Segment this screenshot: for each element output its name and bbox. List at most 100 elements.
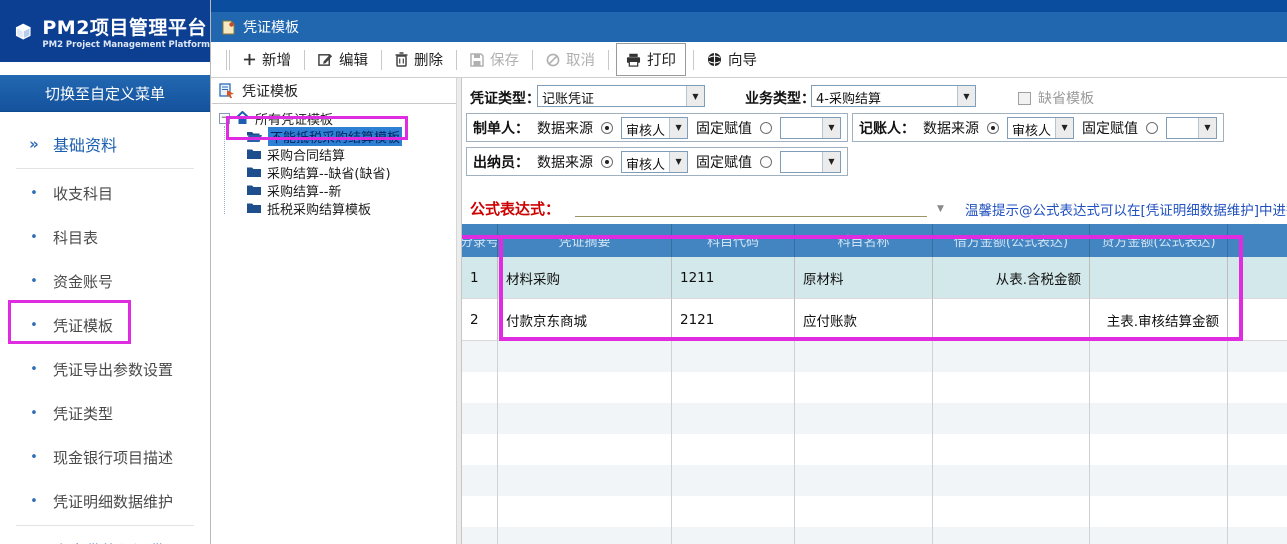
voucher-type-select[interactable]: 记账凭证 ▼ [537, 85, 705, 107]
business-type-label: 业务类型： [745, 88, 815, 108]
preparer-fixed-radio[interactable] [760, 122, 772, 134]
sidebar-item-pingzhengmuban[interactable]: • 凭证模板 [0, 303, 210, 347]
business-type-select[interactable]: 4-采购结算 ▼ [811, 85, 976, 107]
toolbar-divider [693, 50, 694, 70]
chevron-down-icon[interactable]: ▼ [669, 118, 687, 138]
tab-label: 凭证模板 [243, 17, 299, 37]
cashier-fixed-radio[interactable] [760, 156, 772, 168]
bullet-icon: • [28, 230, 40, 245]
save-icon [470, 53, 484, 67]
bullet-icon: • [28, 362, 40, 377]
sidebar-item-shouzhikemu[interactable]: • 收支科目 [0, 171, 210, 215]
sidebar-item-xianjinyinhang[interactable]: • 现金银行项目描述 [0, 435, 210, 479]
preparer-source-radio[interactable] [601, 122, 613, 134]
bookkeeper-source-radio[interactable] [987, 122, 999, 134]
sidebar-item-zijinzhanghao[interactable]: • 资金账号 [0, 259, 210, 303]
cell-subject-code: 1211 [672, 257, 795, 299]
print-button[interactable]: 打印 [616, 43, 686, 76]
tree-item-deductible-template[interactable]: 抵税采购结算模板 [212, 199, 456, 217]
tree-item-purchase-new[interactable]: 采购结算--新 [212, 181, 456, 199]
form-row-types: 凭证类型： 记账凭证 ▼ 业务类型： 4-采购结算 ▼ 缺省模板 [462, 85, 1287, 109]
sidebar-item-pingzhengleixing[interactable]: • 凭证类型 [0, 391, 210, 435]
bullet-icon: • [28, 274, 40, 289]
edit-button[interactable]: 编辑 [312, 45, 374, 74]
sidebar-item-jichuziliao[interactable]: » 基础资料 [0, 122, 210, 166]
cancel-icon [546, 53, 560, 67]
preparer-fixed-select[interactable]: ▼ [780, 117, 841, 139]
bookkeeper-fixed-value [1167, 118, 1198, 138]
business-type-value: 4-采购结算 [812, 86, 957, 106]
grid-line [497, 341, 498, 544]
chevron-icon: » [28, 135, 40, 153]
source-label: 数据来源 [923, 118, 979, 138]
formula-dropdown-icon[interactable]: ▼ [937, 204, 944, 214]
collapse-icon[interactable]: − [219, 113, 230, 124]
wizard-button[interactable]: 向导 [701, 45, 763, 74]
sidebar-item-zijindaikuan[interactable]: » 资金贷款与还贷 [0, 528, 210, 544]
table-row[interactable]: 2 付款京东商城 2121 应付账款 主表.审核结算金额 [462, 299, 1287, 341]
edit-icon [318, 52, 333, 67]
sidebar-item-label: 凭证类型 [53, 403, 113, 424]
switch-menu-button[interactable]: 切换至自定义菜单 [0, 75, 210, 112]
add-button-label: 新增 [262, 49, 291, 70]
chevron-down-icon[interactable]: ▼ [1198, 118, 1216, 138]
save-button[interactable]: 保存 [464, 45, 525, 74]
preparer-source-select[interactable]: 审核人 ▼ [621, 117, 688, 139]
bookkeeper-fixed-radio[interactable] [1146, 122, 1158, 134]
folder-icon [246, 184, 262, 196]
toolbar-divider [229, 50, 230, 70]
voucher-type-label: 凭证类型： [470, 88, 540, 108]
save-button-label: 保存 [490, 49, 519, 70]
formula-hint-text: 温馨提示@公式表达式可以在[凭证明细数据维护]中进行维护 [965, 203, 1287, 219]
cell-summary: 材料采购 [498, 257, 672, 299]
col-header-summary[interactable]: 凭证摘要 [498, 224, 672, 257]
col-header-debit[interactable]: 借方金额(公式表达) [933, 224, 1090, 257]
cashier-label: 出纳员： [473, 152, 529, 172]
default-template-checkbox-wrap: 缺省模板 [1018, 88, 1094, 108]
cashier-fixed-select[interactable]: ▼ [780, 151, 841, 173]
formula-input[interactable] [575, 216, 927, 217]
tree-root-label: 所有凭证模板 [255, 109, 333, 128]
tree-item-label: 不能抵税采购结算模板 [268, 127, 402, 146]
cell-credit [1090, 257, 1228, 299]
cashier-source-value: 审核人 [622, 152, 669, 172]
bookkeeper-source-select[interactable]: 审核人 ▼ [1007, 117, 1074, 139]
folder-icon [246, 148, 262, 160]
toolbar-divider [608, 50, 609, 70]
edit-button-label: 编辑 [339, 49, 368, 70]
formula-row: 公式表达式： ▼ 温馨提示@公式表达式可以在[凭证明细数据维护]中进行维护！ [462, 196, 1287, 222]
add-button[interactable]: 新增 [237, 45, 297, 74]
formula-label: 公式表达式： [470, 198, 560, 219]
table-row[interactable]: 1 材料采购 1211 原材料 从表.含税金额 [462, 257, 1287, 299]
cancel-button[interactable]: 取消 [540, 45, 601, 74]
tab-voucher-template[interactable]: 凭证模板 [211, 12, 313, 42]
menu-divider [16, 525, 194, 526]
cell-subject-name: 原材料 [795, 257, 933, 299]
chevron-down-icon[interactable]: ▼ [957, 86, 975, 106]
tree-item-non-deductible-template[interactable]: 不能抵税采购结算模板 [212, 127, 456, 145]
tree-item-purchase-contract[interactable]: 采购合同结算 [212, 145, 456, 163]
col-header-subject-code[interactable]: 科目代码 [672, 224, 795, 257]
sidebar-item-kemubiao[interactable]: • 科目表 [0, 215, 210, 259]
chevron-down-icon[interactable]: ▼ [669, 152, 687, 172]
cashier-source-select[interactable]: 审核人 ▼ [621, 151, 688, 173]
col-header-entry-no[interactable]: 分录号 [462, 224, 498, 257]
sidebar-item-pingzhengmingxi[interactable]: • 凭证明细数据维护 [0, 479, 210, 523]
bookkeeper-fixed-select[interactable]: ▼ [1166, 117, 1217, 139]
delete-button[interactable]: 删除 [389, 45, 449, 74]
default-template-checkbox[interactable] [1018, 92, 1031, 105]
col-header-credit[interactable]: 贷方金额(公式表达) [1090, 224, 1228, 257]
chevron-down-icon[interactable]: ▼ [822, 118, 840, 138]
print-button-label: 打印 [647, 49, 676, 70]
sidebar-menu: » 基础资料 • 收支科目 • 科目表 • 资金账号 • 凭证模板 • [0, 112, 210, 544]
tree-item-purchase-default[interactable]: 采购结算--缺省(缺省) [212, 163, 456, 181]
sidebar-item-pingzhengdaochu[interactable]: • 凭证导出参数设置 [0, 347, 210, 391]
chevron-down-icon[interactable]: ▼ [686, 86, 704, 106]
tree-root-all-templates[interactable]: − 所有凭证模板 [212, 109, 456, 127]
chevron-down-icon[interactable]: ▼ [822, 152, 840, 172]
bookkeeper-label: 记账人： [859, 118, 915, 138]
source-label: 数据来源 [537, 152, 593, 172]
col-header-subject-name[interactable]: 科目名称 [795, 224, 933, 257]
chevron-down-icon[interactable]: ▼ [1055, 118, 1073, 138]
cashier-source-radio[interactable] [601, 156, 613, 168]
